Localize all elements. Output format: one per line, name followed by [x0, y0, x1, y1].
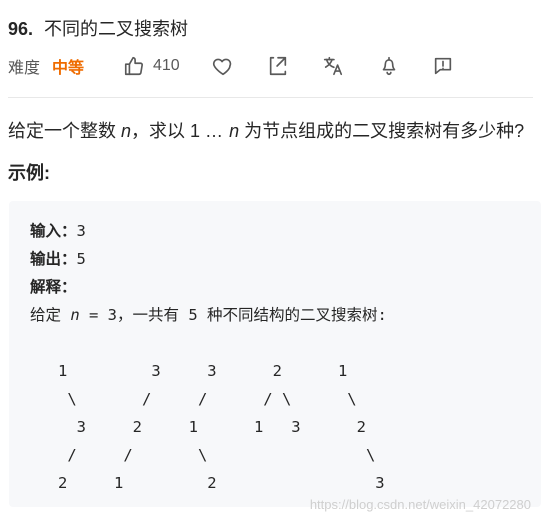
- bell-icon: [378, 55, 400, 77]
- tree-line-5: 2 1 2 3: [30, 474, 385, 492]
- output-value: 5: [76, 250, 86, 268]
- message-icon: [432, 55, 454, 77]
- thumbs-up-icon: [123, 55, 145, 77]
- heart-icon: [212, 55, 234, 77]
- problem-title: 96. 不同的二叉搜索树: [8, 17, 188, 41]
- desc-suffix: 为节点组成的二叉搜索树有多少种?: [239, 121, 525, 141]
- share-button[interactable]: [267, 54, 289, 78]
- problem-description: 给定一个整数 n，求以 1 … n 为节点组成的二叉搜索树有多少种?: [8, 119, 524, 143]
- share-icon: [267, 55, 289, 77]
- example-code: 输入：3 输出：5 解释： 给定 n = 3，一共有 5 种不同结构的二叉搜索树…: [30, 217, 387, 497]
- desc-ellipsis: …: [205, 121, 225, 141]
- explain-suffix: = 3，一共有 5 种不同结构的二叉搜索树:: [79, 306, 387, 324]
- desc-mid: ，求以 1: [131, 121, 206, 141]
- favorite-button[interactable]: [212, 54, 234, 78]
- divider: [8, 97, 533, 98]
- problem-number: 96.: [8, 19, 34, 39]
- tree-line-4: / / \ \: [30, 446, 376, 464]
- feedback-button[interactable]: [432, 54, 454, 78]
- example-box: 输入：3 输出：5 解释： 给定 n = 3，一共有 5 种不同结构的二叉搜索树…: [9, 201, 541, 507]
- tree-line-1: 1 3 3 2 1: [30, 362, 348, 380]
- explain-prefix: 给定: [30, 306, 71, 324]
- output-label: 输出：: [30, 250, 77, 268]
- like-button[interactable]: 410: [123, 54, 180, 78]
- example-label: 示例:: [8, 163, 50, 183]
- difficulty-value: 中等: [52, 60, 85, 77]
- explain-n: n: [70, 306, 80, 324]
- notify-button[interactable]: [378, 54, 400, 78]
- difficulty-label: 难度: [8, 60, 41, 77]
- problem-title-text: 不同的二叉搜索树: [44, 19, 189, 39]
- difficulty-row: 难度 中等: [8, 53, 84, 79]
- explain-label: 解释：: [30, 278, 77, 296]
- like-count: 410: [153, 57, 180, 74]
- tree-line-3: 3 2 1 1 3 2: [30, 418, 366, 436]
- desc-prefix: 给定一个整数: [8, 121, 122, 141]
- input-value: 3: [76, 222, 86, 240]
- desc-n-2: n: [229, 121, 240, 141]
- translate-icon: [322, 55, 344, 77]
- desc-n-1: n: [121, 121, 132, 141]
- input-label: 输入：: [30, 222, 77, 240]
- tree-line-2: \ / / / \ \: [30, 390, 357, 408]
- translate-button[interactable]: [322, 54, 344, 78]
